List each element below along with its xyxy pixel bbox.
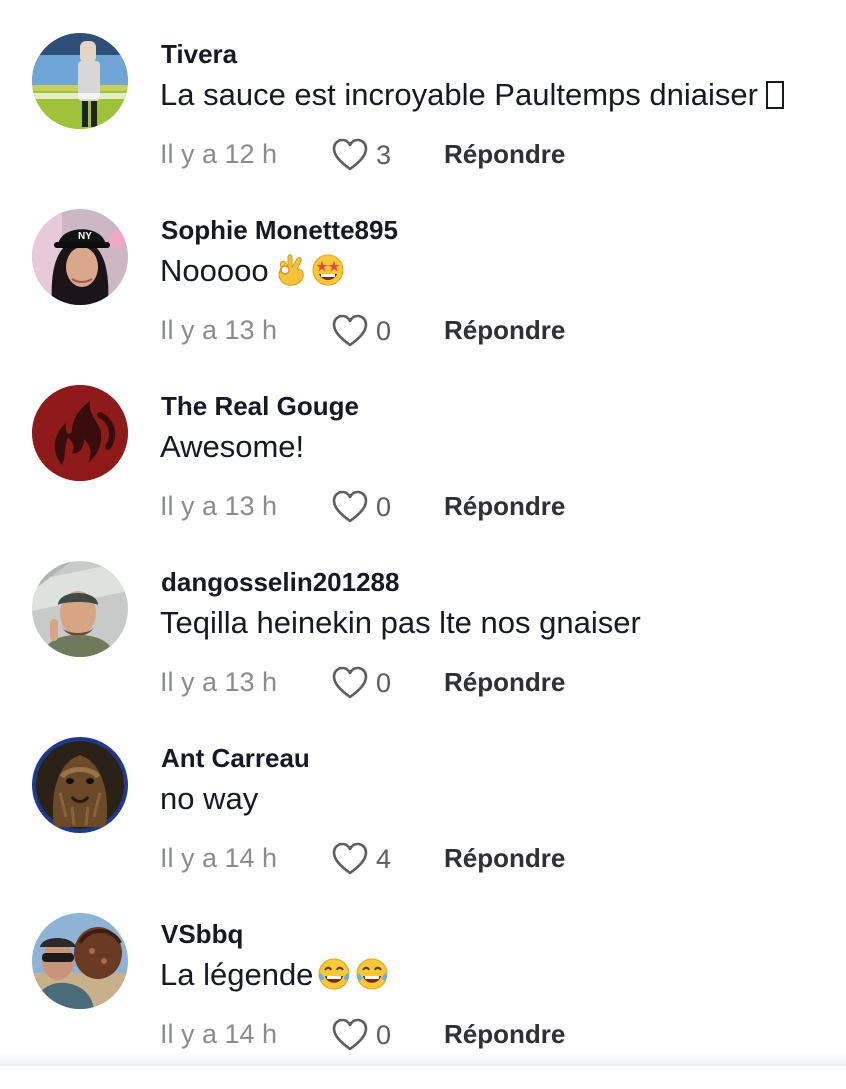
comment-text-content: Teqilla heinekin pas lte nos gnaiser (160, 605, 641, 640)
comment-meta: Il y a 13 h 0 Répondre (160, 311, 820, 351)
comment-timestamp: Il y a 13 h (160, 667, 278, 697)
comment-item: The Real Gouge Awesome! Il y a 13 h 0 Ré… (0, 385, 846, 561)
comment-meta: Il y a 14 h 4 Répondre (160, 839, 820, 879)
reply-button[interactable]: Répondre (444, 491, 565, 522)
comment-username[interactable]: dangosselin201288 (161, 567, 399, 598)
like-count: 4 (376, 843, 392, 874)
heart-icon (332, 138, 368, 171)
like-count: 0 (376, 491, 392, 522)
comment-username[interactable]: The Real Gouge (161, 391, 359, 422)
comment-item: Ant Carreau no way Il y a 14 h 4 Répondr… (0, 737, 846, 913)
tears-of-joy-emoji (317, 957, 351, 991)
comment-username[interactable]: Ant Carreau (161, 743, 310, 774)
comment-text-content: La légende (160, 957, 314, 992)
stadium-photo-avatar[interactable] (32, 33, 128, 129)
comment-meta: Il y a 13 h 0 Répondre (160, 487, 820, 527)
heart-icon (332, 490, 368, 523)
comment-meta: Il y a 13 h 0 Répondre (160, 663, 820, 703)
woman-cap-photo-avatar[interactable]: NY (32, 209, 128, 305)
man-selfie-photo-avatar[interactable] (32, 561, 128, 657)
comment-text-content: no way (160, 781, 259, 816)
like-button[interactable]: 0 (332, 1017, 391, 1053)
comment-meta: Il y a 14 h 0 Répondre (160, 1015, 820, 1055)
comment-text: no way (160, 781, 258, 817)
comment-item: Tivera La sauce est incroyable Paultemps… (0, 33, 846, 209)
comment-meta: Il y a 12 h 3 Répondre (160, 135, 820, 175)
like-button[interactable]: 4 (332, 841, 391, 877)
bottom-edge (0, 1052, 846, 1066)
wookiee-photo-avatar[interactable] (32, 737, 128, 833)
comment-username[interactable]: VSbbq (161, 919, 243, 950)
svg-text:NY: NY (78, 231, 92, 242)
like-button[interactable]: 0 (332, 489, 391, 525)
comment-username[interactable]: Tivera (161, 39, 237, 70)
heart-icon (332, 842, 368, 875)
comment-text: La légende (160, 957, 389, 993)
like-button[interactable]: 0 (332, 665, 391, 701)
heart-icon (332, 314, 368, 347)
comment-text: Awesome! (160, 429, 304, 465)
tears-of-joy-emoji (355, 957, 389, 991)
reply-button[interactable]: Répondre (444, 315, 565, 346)
comment-text: Nooooo (160, 253, 345, 289)
heart-icon (332, 666, 368, 699)
like-count: 0 (376, 315, 392, 346)
like-count: 0 (376, 1019, 392, 1050)
comment-timestamp: Il y a 13 h (160, 315, 278, 345)
like-button[interactable]: 0 (332, 313, 391, 349)
comment-text-content: Nooooo (160, 253, 269, 288)
comment-text-content: Awesome! (160, 429, 305, 464)
comment-item: dangosselin201288 Teqilla heinekin pas l… (0, 561, 846, 737)
comment-text: Teqilla heinekin pas lte nos gnaiser (160, 605, 641, 641)
comment-text: La sauce est incroyable Paultemps dniais… (160, 77, 784, 113)
comment-username[interactable]: Sophie Monette895 (161, 215, 398, 246)
comment-item: NY Sophie Monette895 Nooooo Il y a 13 h … (0, 209, 846, 385)
reply-button[interactable]: Répondre (444, 139, 565, 170)
red-flame-logo-avatar[interactable] (32, 385, 128, 481)
reply-button[interactable]: Répondre (444, 667, 565, 698)
man-with-brisket-photo-avatar[interactable] (32, 913, 128, 1009)
star-struck-emoji (311, 253, 345, 287)
comment-timestamp: Il y a 14 h (160, 1019, 278, 1049)
heart-icon (332, 1018, 368, 1051)
reply-button[interactable]: Répondre (444, 843, 565, 874)
comment-timestamp: Il y a 12 h (160, 139, 278, 169)
reply-button[interactable]: Répondre (444, 1019, 565, 1050)
comment-timestamp: Il y a 13 h (160, 491, 278, 521)
ok-hand-emoji (273, 253, 307, 287)
like-count: 0 (376, 667, 392, 698)
like-count: 3 (376, 139, 392, 170)
comment-timestamp: Il y a 14 h (160, 843, 278, 873)
missing-glyph-box (765, 81, 784, 109)
like-button[interactable]: 3 (332, 137, 391, 173)
comment-text-content: La sauce est incroyable Paultemps dniais… (160, 77, 758, 112)
